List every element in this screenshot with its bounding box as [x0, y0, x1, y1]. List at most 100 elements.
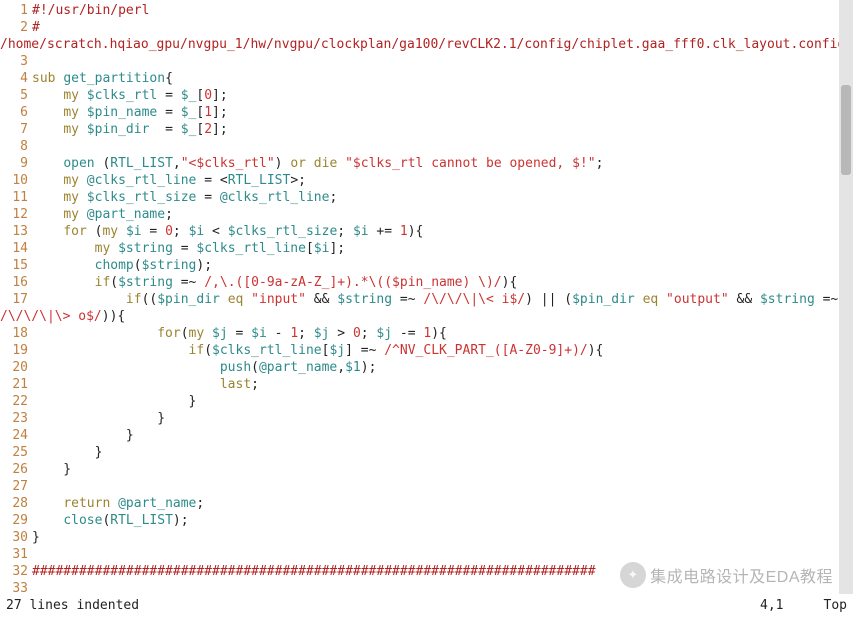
code-line[interactable]: 21 last; [0, 376, 839, 393]
line-number: 25 [0, 444, 32, 461]
status-bar: 27 lines indented 4,1 Top [0, 594, 853, 618]
code-line[interactable]: 19 if($clks_rtl_line[$j] =~ /^NV_CLK_PAR… [0, 342, 839, 359]
code-line[interactable]: 23 } [0, 410, 839, 427]
line-number: 4 [0, 70, 32, 87]
cursor-position: 4,1 [760, 594, 783, 618]
code-content[interactable]: } [32, 411, 165, 426]
code-content[interactable]: open (RTL_LIST,"<$clks_rtl") or die "$cl… [32, 156, 603, 171]
line-number: 1 [0, 2, 32, 19]
line-number: 23 [0, 410, 32, 427]
line-number: 17 [0, 291, 32, 308]
code-line[interactable]: 28 return @part_name; [0, 495, 839, 512]
code-line[interactable]: 32######################################… [0, 563, 839, 580]
code-line[interactable]: 16 if($string =~ /,\.([0-9a-zA-Z_]+).*\(… [0, 274, 839, 291]
code-content[interactable]: my @clks_rtl_line = <RTL_LIST>; [32, 173, 306, 188]
code-area[interactable]: 1#!/usr/bin/perl2# /home/scratch.hqiao_g… [0, 0, 839, 594]
code-content[interactable]: #!/usr/bin/perl [32, 3, 149, 18]
code-line[interactable]: 4sub get_partition{ [0, 70, 839, 87]
code-content[interactable]: } [32, 445, 102, 460]
line-number: 18 [0, 325, 32, 342]
code-line[interactable]: 9 open (RTL_LIST,"<$clks_rtl") or die "$… [0, 155, 839, 172]
code-content[interactable]: chomp($string); [32, 258, 212, 273]
code-line[interactable]: 8 [0, 138, 839, 155]
code-line[interactable]: 33 [0, 580, 839, 594]
line-number: 32 [0, 563, 32, 580]
line-number: 9 [0, 155, 32, 172]
line-number: 27 [0, 478, 32, 495]
code-content[interactable]: sub get_partition{ [32, 71, 173, 86]
code-content[interactable]: for (my $i = 0; $i < $clks_rtl_size; $i … [32, 224, 423, 239]
code-content[interactable]: ########################################… [32, 564, 596, 579]
line-number: 31 [0, 546, 32, 563]
code-content[interactable]: my $pin_name = $_[1]; [32, 105, 228, 120]
code-line[interactable]: 30} [0, 529, 839, 546]
line-number: 2 [0, 19, 32, 36]
status-indent-message: 27 lines indented [6, 594, 139, 618]
code-content[interactable]: if(($pin_dir eq "input" && $string =~ /\… [0, 292, 839, 324]
code-line[interactable]: 29 close(RTL_LIST); [0, 512, 839, 529]
code-content[interactable]: if($string =~ /,\.([0-9a-zA-Z_]+).*\(($p… [32, 275, 517, 290]
code-line[interactable]: 24 } [0, 427, 839, 444]
vertical-scrollbar[interactable] [839, 0, 853, 594]
line-number: 13 [0, 223, 32, 240]
code-line[interactable]: 27 [0, 478, 839, 495]
line-number: 14 [0, 240, 32, 257]
code-content[interactable]: push(@part_name,$1); [32, 360, 376, 375]
code-content[interactable]: for(my $j = $i - 1; $j > 0; $j -= 1){ [32, 326, 447, 341]
code-line[interactable]: 12 my @part_name; [0, 206, 839, 223]
line-number: 16 [0, 274, 32, 291]
code-content[interactable]: my $pin_dir = $_[2]; [32, 122, 228, 137]
scrollbar-thumb[interactable] [841, 85, 851, 175]
code-content[interactable]: # /home/scratch.hqiao_gpu/nvgpu_1/hw/nvg… [0, 20, 839, 52]
code-content[interactable]: my $clks_rtl = $_[0]; [32, 88, 228, 103]
code-line[interactable]: 18 for(my $j = $i - 1; $j > 0; $j -= 1){ [0, 325, 839, 342]
editor-viewport: 1#!/usr/bin/perl2# /home/scratch.hqiao_g… [0, 0, 853, 618]
line-number: 8 [0, 138, 32, 155]
code-line[interactable]: 14 my $string = $clks_rtl_line[$i]; [0, 240, 839, 257]
code-content[interactable]: } [32, 530, 40, 545]
code-line[interactable]: 26 } [0, 461, 839, 478]
line-number: 30 [0, 529, 32, 546]
code-content[interactable]: my $string = $clks_rtl_line[$i]; [32, 241, 345, 256]
code-content[interactable]: close(RTL_LIST); [32, 513, 189, 528]
line-number: 7 [0, 121, 32, 138]
line-number: 22 [0, 393, 32, 410]
scroll-indicator: Top [824, 594, 847, 618]
line-number: 20 [0, 359, 32, 376]
code-line[interactable]: 10 my @clks_rtl_line = <RTL_LIST>; [0, 172, 839, 189]
line-number: 29 [0, 512, 32, 529]
code-content[interactable]: last; [32, 377, 259, 392]
line-number: 33 [0, 580, 32, 594]
code-line[interactable]: 25 } [0, 444, 839, 461]
line-number: 21 [0, 376, 32, 393]
code-line[interactable]: 20 push(@part_name,$1); [0, 359, 839, 376]
line-number: 3 [0, 53, 32, 70]
code-content[interactable]: my $clks_rtl_size = @clks_rtl_line; [32, 190, 337, 205]
line-number: 6 [0, 104, 32, 121]
line-number: 15 [0, 257, 32, 274]
code-line[interactable]: 11 my $clks_rtl_size = @clks_rtl_line; [0, 189, 839, 206]
code-line[interactable]: 3 [0, 53, 839, 70]
code-line[interactable]: 17 if(($pin_dir eq "input" && $string =~… [0, 291, 839, 325]
code-line[interactable]: 22 } [0, 393, 839, 410]
code-content[interactable]: } [32, 428, 134, 443]
code-line[interactable]: 13 for (my $i = 0; $i < $clks_rtl_size; … [0, 223, 839, 240]
code-line[interactable]: 1#!/usr/bin/perl [0, 2, 839, 19]
code-content[interactable]: } [32, 462, 71, 477]
code-content[interactable]: if($clks_rtl_line[$j] =~ /^NV_CLK_PART_(… [32, 343, 603, 358]
code-line[interactable]: 5 my $clks_rtl = $_[0]; [0, 87, 839, 104]
code-line[interactable]: 6 my $pin_name = $_[1]; [0, 104, 839, 121]
line-number: 19 [0, 342, 32, 359]
code-content[interactable]: } [32, 394, 196, 409]
line-number: 5 [0, 87, 32, 104]
code-line[interactable]: 15 chomp($string); [0, 257, 839, 274]
line-number: 24 [0, 427, 32, 444]
line-number: 10 [0, 172, 32, 189]
line-number: 26 [0, 461, 32, 478]
code-line[interactable]: 31 [0, 546, 839, 563]
code-line[interactable]: 7 my $pin_dir = $_[2]; [0, 121, 839, 138]
code-line[interactable]: 2# /home/scratch.hqiao_gpu/nvgpu_1/hw/nv… [0, 19, 839, 53]
code-content[interactable]: return @part_name; [32, 496, 204, 511]
line-number: 11 [0, 189, 32, 206]
code-content[interactable]: my @part_name; [32, 207, 173, 222]
